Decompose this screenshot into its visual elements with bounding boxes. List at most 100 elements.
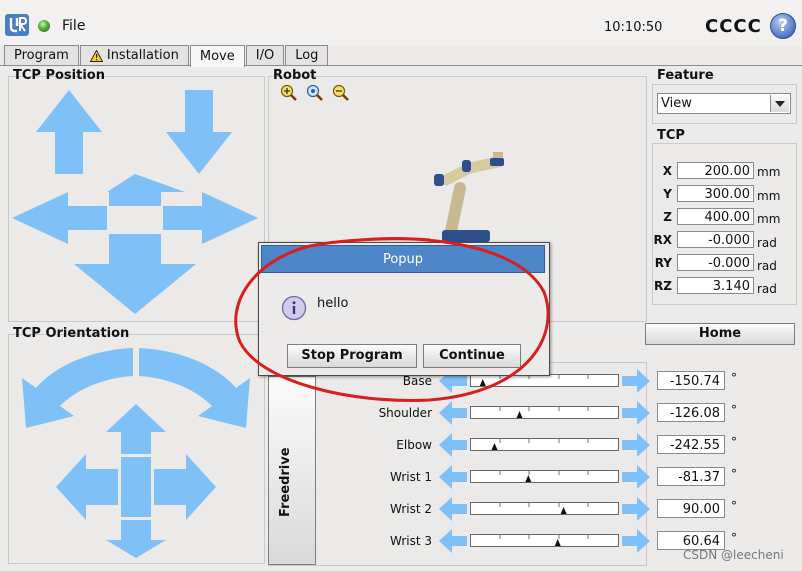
joint-unit: ° <box>731 435 737 449</box>
joint-row: Wrist 2 90.00 ° <box>0 497 802 526</box>
tcp-x-unit: mm <box>757 165 781 179</box>
joint-row: Shoulder -126.08 ° <box>0 401 802 430</box>
clock: 10:10:50 <box>604 20 663 35</box>
joint-unit: ° <box>731 499 737 513</box>
tab-label: Log <box>295 48 319 63</box>
tcp-rz-label: RZ <box>654 279 672 293</box>
tcp-rx-unit: rad <box>757 236 777 250</box>
tcp-x-field[interactable]: 200.00 <box>677 162 754 179</box>
move-down-arrow[interactable] <box>166 90 232 174</box>
tcp-position-arrows <box>12 90 258 314</box>
stop-program-button[interactable]: Stop Program <box>287 344 417 368</box>
tcp-x-label: X <box>662 164 672 178</box>
zoom-out-icon[interactable] <box>332 84 349 101</box>
tab-label: Program <box>14 48 69 63</box>
joint-increase-arrow-icon[interactable] <box>621 496 651 522</box>
joint-label: Shoulder <box>378 406 432 420</box>
popup-title: Popup <box>261 245 545 273</box>
home-button[interactable]: Home <box>645 323 795 345</box>
file-menu[interactable]: File <box>62 18 85 34</box>
tcp-position-title: TCP Position <box>13 68 105 83</box>
tab-program[interactable]: Program <box>4 45 79 65</box>
joint-label: Wrist 3 <box>390 534 432 548</box>
joint-slider[interactable] <box>470 470 619 483</box>
joint-decrease-arrow-icon[interactable] <box>438 496 468 522</box>
joint-increase-arrow-icon[interactable] <box>621 368 651 394</box>
joint-decrease-arrow-icon[interactable] <box>438 400 468 426</box>
joint-value-field[interactable]: -81.37 <box>657 467 725 486</box>
chevron-down-icon[interactable] <box>770 95 789 112</box>
joint-slider[interactable] <box>470 406 619 419</box>
tcp-y-label: Y <box>663 187 672 201</box>
joint-value-field[interactable]: -242.55 <box>657 435 725 454</box>
feature-select[interactable]: View <box>657 93 791 114</box>
joint-slider[interactable] <box>470 438 619 451</box>
tcp-z-label: Z <box>663 210 672 224</box>
popup-dialog: Popup hello Stop Program Continue <box>258 242 550 376</box>
move-left-arrow[interactable] <box>12 192 107 244</box>
joint-row: Elbow -242.55 ° <box>0 433 802 462</box>
tcp-z-field[interactable]: 400.00 <box>677 208 754 225</box>
joint-label: Wrist 2 <box>390 502 432 516</box>
tcp-ry-label: RY <box>654 256 672 270</box>
joint-row: Base -150.74 ° <box>0 369 802 398</box>
tab-label: Installation <box>106 48 179 63</box>
joint-value-field[interactable]: 90.00 <box>657 499 725 518</box>
joint-label: Base <box>402 374 432 388</box>
joint-slider[interactable] <box>470 502 619 515</box>
tab-move[interactable]: Move <box>189 45 245 67</box>
joint-unit: ° <box>731 403 737 417</box>
watermark-text: CSDN @leecheni <box>683 548 784 562</box>
move-forward-arrow[interactable] <box>107 174 185 206</box>
move-up-arrow[interactable] <box>36 90 102 174</box>
zoom-controls <box>280 84 349 101</box>
joint-unit: ° <box>731 467 737 481</box>
joint-label: Wrist 1 <box>390 470 432 484</box>
robot-name: CCCC <box>705 16 762 37</box>
joint-value-field[interactable]: -126.08 <box>657 403 725 422</box>
continue-button[interactable]: Continue <box>423 344 521 368</box>
joint-slider[interactable] <box>470 534 619 547</box>
tab-io[interactable]: I/O <box>245 45 285 65</box>
tab-installation[interactable]: Installation <box>79 45 189 65</box>
warning-icon <box>89 49 103 62</box>
popup-message: hello <box>317 296 349 311</box>
tcp-title: TCP <box>657 128 685 143</box>
feature-title: Feature <box>657 68 714 83</box>
joint-row: Wrist 1 -81.37 ° <box>0 465 802 494</box>
joint-unit: ° <box>731 531 737 545</box>
joint-value-field[interactable]: -150.74 <box>657 371 725 390</box>
move-right-arrow[interactable] <box>163 192 258 244</box>
joint-increase-arrow-icon[interactable] <box>621 464 651 490</box>
joint-decrease-arrow-icon[interactable] <box>438 432 468 458</box>
zoom-in-icon[interactable] <box>280 84 297 101</box>
help-icon[interactable]: ? <box>770 13 796 39</box>
robot-arm-model[interactable] <box>420 148 520 246</box>
tab-label: Move <box>199 49 235 64</box>
joint-increase-arrow-icon[interactable] <box>621 528 651 554</box>
tcp-rz-unit: rad <box>757 282 777 296</box>
tab-bar: Program Installation Move I/O Log <box>4 45 329 67</box>
tcp-rx-field[interactable]: -0.000 <box>677 231 754 248</box>
joint-row: Wrist 3 60.64 ° <box>0 529 802 558</box>
joint-increase-arrow-icon[interactable] <box>621 400 651 426</box>
joint-decrease-arrow-icon[interactable] <box>438 464 468 490</box>
move-backward-arrow[interactable] <box>74 234 196 314</box>
tab-log[interactable]: Log <box>285 45 329 65</box>
tcp-y-unit: mm <box>757 189 781 203</box>
tcp-y-field[interactable]: 300.00 <box>677 185 754 202</box>
robot-status-icon[interactable] <box>38 20 50 32</box>
joint-unit: ° <box>731 371 737 385</box>
zoom-reset-icon[interactable] <box>306 84 323 101</box>
joint-decrease-arrow-icon[interactable] <box>438 528 468 554</box>
tcp-rx-label: RX <box>653 233 673 247</box>
tcp-ry-field[interactable]: -0.000 <box>677 254 754 271</box>
joint-label: Elbow <box>396 438 432 452</box>
tcp-z-unit: mm <box>757 212 781 226</box>
tcp-orientation-title: TCP Orientation <box>13 326 130 341</box>
tcp-rz-field[interactable]: 3.140 <box>677 277 754 294</box>
top-bar <box>0 0 802 46</box>
joint-increase-arrow-icon[interactable] <box>621 432 651 458</box>
tab-label: I/O <box>255 48 275 63</box>
universal-robots-logo <box>5 14 29 36</box>
